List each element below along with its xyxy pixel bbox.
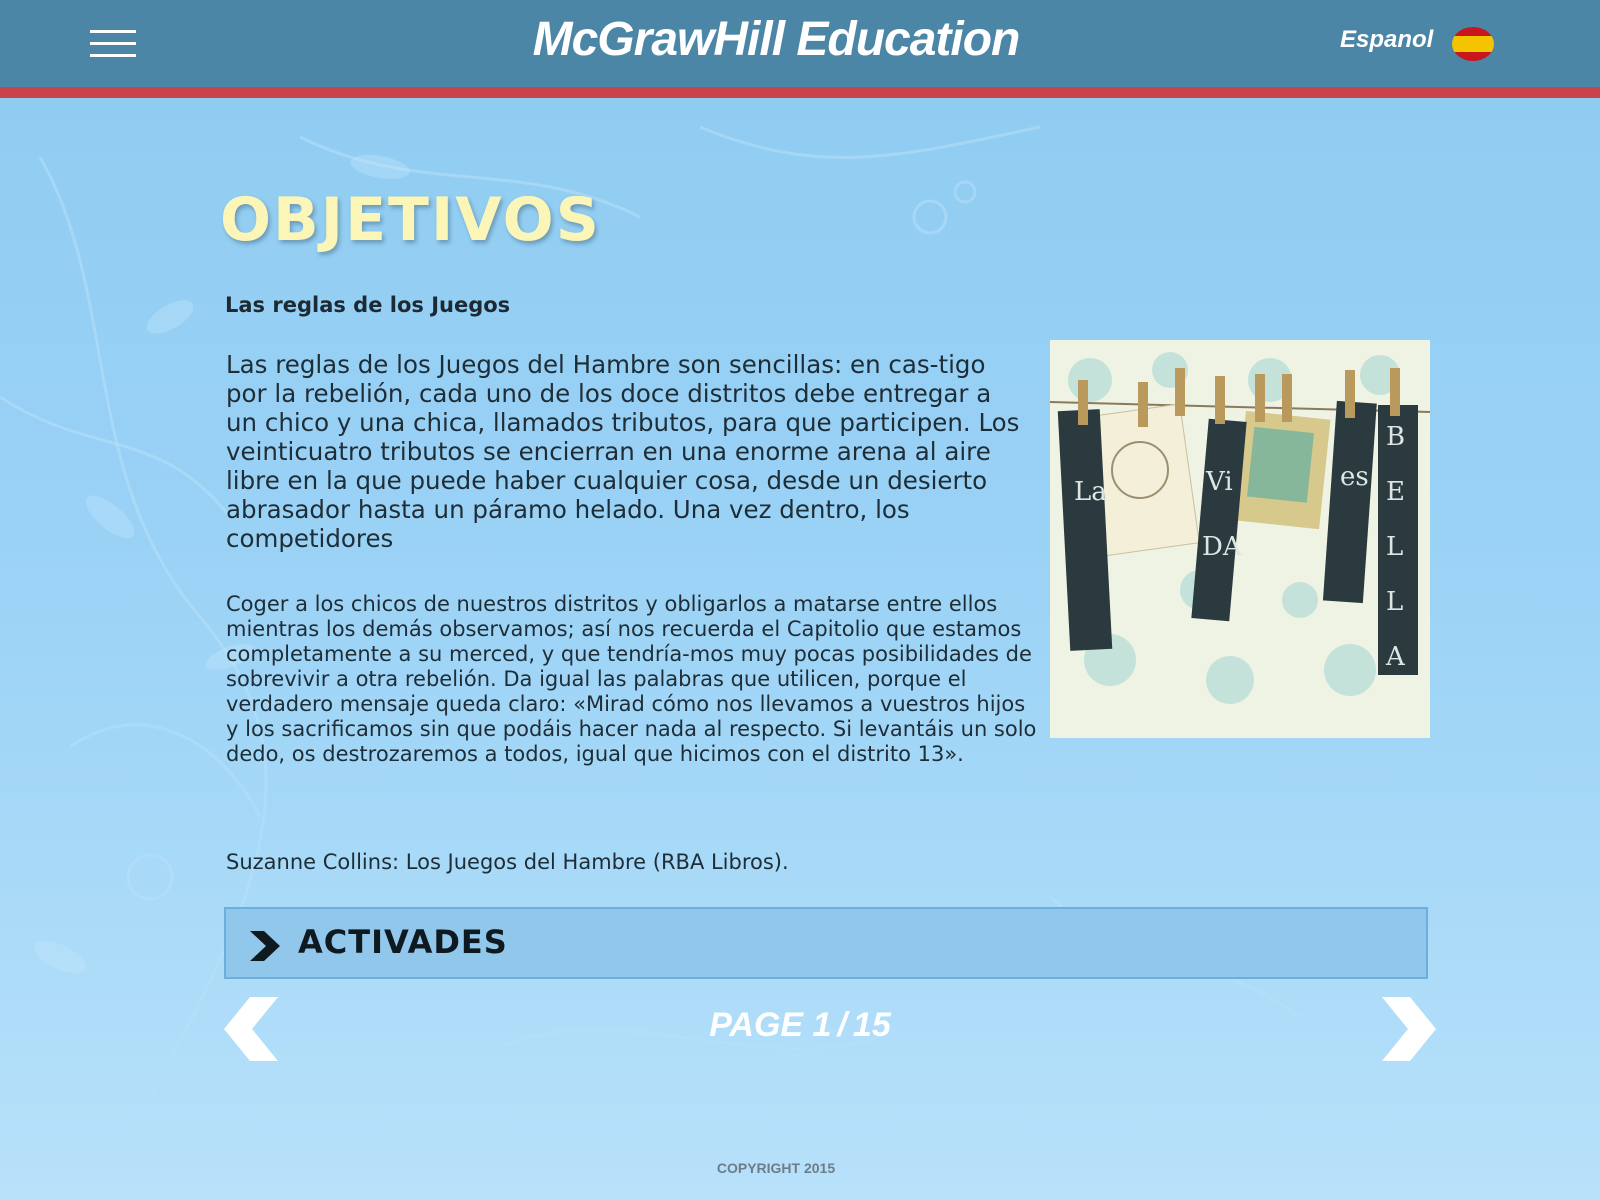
quote-paragraph: Coger a los chicos de nuestros distritos… (226, 592, 1037, 766)
brand-title: McGrawHill Education (532, 13, 1021, 66)
svg-text:B: B (1386, 422, 1405, 452)
page-title: OBJETIVOS (220, 185, 601, 255)
book-illustration: La Vi DA es B E L L A (1050, 340, 1430, 738)
svg-text:Vi: Vi (1205, 467, 1233, 497)
page-indicator: PAGE 1/15 (600, 1006, 1000, 1045)
page-total: 15 (852, 1006, 891, 1044)
chevron-right-icon (250, 931, 280, 961)
svg-text:DA: DA (1202, 532, 1243, 562)
arrow-right-icon[interactable] (1378, 997, 1438, 1061)
page-current: 1 (812, 1006, 832, 1044)
svg-text:L: L (1386, 532, 1403, 562)
section-subtitle: Las reglas de los Juegos (225, 293, 511, 317)
svg-text:es: es (1340, 462, 1369, 492)
svg-text:A: A (1385, 642, 1406, 672)
svg-text:L: L (1386, 587, 1403, 617)
arrow-left-icon[interactable] (222, 997, 282, 1061)
intro-paragraph: Las reglas de los Juegos del Hambre son … (226, 350, 1020, 553)
app-header: McGrawHill Education Espanol (0, 0, 1600, 87)
page-prefix: PAGE (709, 1006, 804, 1044)
copyright-text: COPYRIGHT 2015 (716, 1160, 836, 1176)
page-separator: / (837, 1006, 847, 1044)
svg-text:E: E (1386, 477, 1405, 507)
activities-button[interactable]: ACTIVADES (224, 907, 1428, 979)
header-stripe (0, 87, 1600, 98)
citation: Suzanne Collins: Los Juegos del Hambre (… (226, 850, 789, 874)
activities-label: ACTIVADES (298, 923, 508, 961)
language-label[interactable]: Espanol (1340, 26, 1433, 54)
svg-text:La: La (1074, 477, 1107, 507)
spain-flag-icon[interactable] (1452, 27, 1494, 61)
